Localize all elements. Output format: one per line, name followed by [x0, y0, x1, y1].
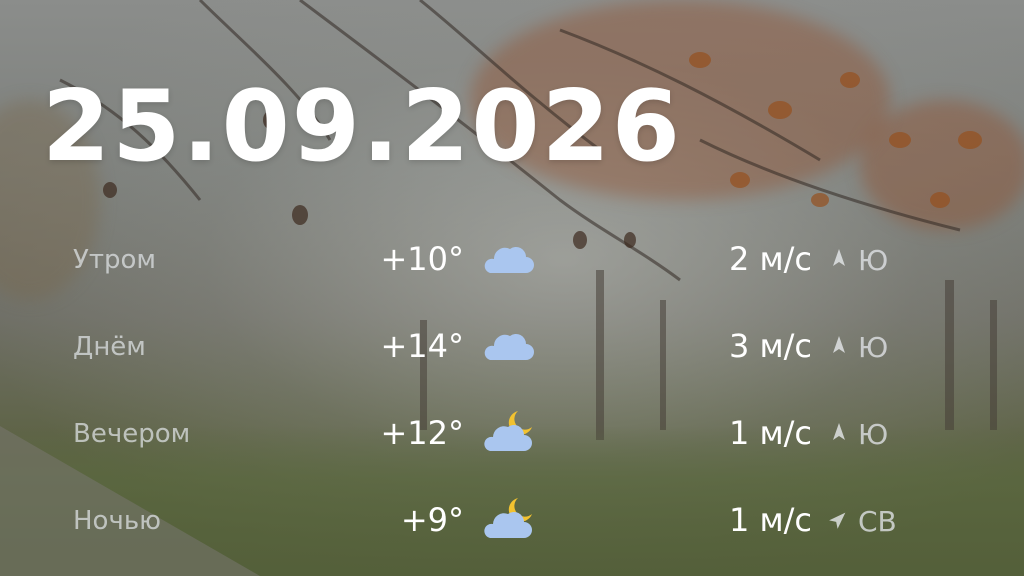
- wind-direction: СВ: [858, 505, 897, 538]
- cloud-icon: [484, 247, 534, 273]
- temperature: +9°: [400, 501, 464, 539]
- period-label: Днём: [73, 332, 146, 362]
- cloud-moon-icon: [484, 498, 532, 538]
- cloud-moon-icon: [484, 411, 532, 451]
- wind-direction: Ю: [858, 418, 889, 451]
- forecast-row-night: Ночью +9° 1 м/с СВ: [0, 494, 1024, 554]
- wind-direction-arrow-icon: [833, 423, 845, 440]
- temperature: +12°: [380, 414, 464, 452]
- wind-direction: Ю: [858, 331, 889, 364]
- period-label: Ночью: [73, 506, 162, 536]
- wind-speed: 1 м/с: [728, 414, 812, 452]
- period-label: Вечером: [73, 419, 191, 449]
- forecast-list: Утром +10° 2 м/с Ю Днём +14° 3 м/с Ю Веч…: [0, 0, 1024, 576]
- forecast-row-day: Днём +14° 3 м/с Ю: [0, 320, 1024, 380]
- forecast-row-evening: Вечером +12° 1 м/с Ю: [0, 407, 1024, 467]
- wind-speed: 3 м/с: [728, 327, 812, 365]
- wind-speed: 2 м/с: [728, 240, 812, 278]
- wind-direction-arrow-icon: [833, 336, 845, 353]
- cloud-icon: [484, 334, 534, 360]
- forecast-row-morning: Утром +10° 2 м/с Ю: [0, 233, 1024, 293]
- temperature: +10°: [380, 240, 464, 278]
- wind-speed: 1 м/с: [728, 501, 812, 539]
- wind-direction-arrow-icon: [829, 512, 846, 529]
- period-label: Утром: [73, 245, 157, 275]
- temperature: +14°: [380, 327, 464, 365]
- wind-direction: Ю: [858, 244, 889, 277]
- wind-direction-arrow-icon: [833, 249, 845, 266]
